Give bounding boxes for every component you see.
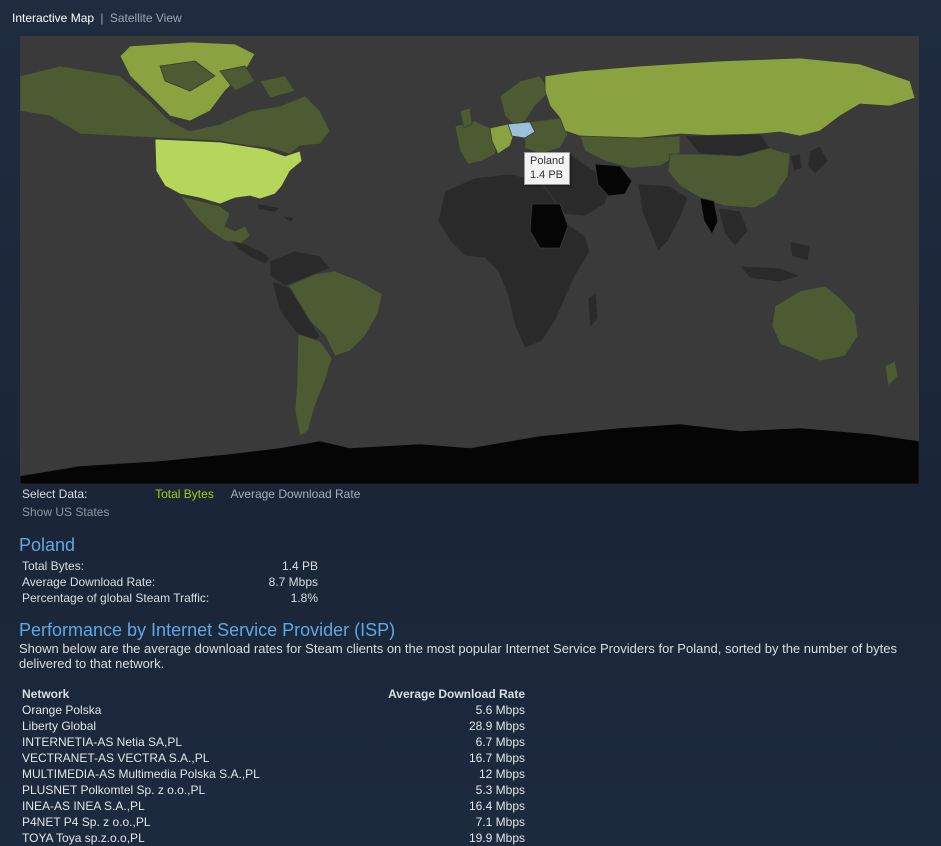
isp-description: Shown below are the average download rat… (19, 641, 897, 671)
table-row: Orange Polska 5.6 Mbps (22, 702, 525, 718)
select-data-label: Select Data: (22, 487, 88, 501)
table-row: VECTRANET-AS VECTRA S.A.,PL 16.7 Mbps (22, 750, 525, 766)
column-header-rate: Average Download Rate (388, 687, 525, 701)
world-map-svg[interactable] (20, 36, 919, 484)
isp-network: TOYA Toya sp.z.o.o,PL (22, 831, 145, 845)
table-row: INEA-AS INEA S.A.,PL 16.4 Mbps (22, 798, 525, 814)
country-sudan[interactable] (529, 203, 569, 249)
table-row: P4NET P4 Sp. z o.o.,PL 7.1 Mbps (22, 814, 525, 830)
stat-value: 8.7 Mbps (268, 575, 318, 589)
table-row: TOYA Toya sp.z.o.o,PL 19.9 Mbps (22, 830, 525, 846)
isp-table: Network Average Download Rate Orange Pol… (22, 686, 525, 846)
isp-network: Orange Polska (22, 703, 102, 717)
stat-row: Percentage of global Steam Traffic: 1.8% (22, 590, 318, 606)
stat-label: Average Download Rate: (22, 575, 156, 589)
stat-value: 1.4 PB (281, 559, 318, 573)
isp-rate: 28.9 Mbps (468, 719, 525, 733)
table-row: Liberty Global 28.9 Mbps (22, 718, 525, 734)
country-title: Poland (19, 535, 76, 555)
option-average-download-rate[interactable]: Average Download Rate (231, 487, 361, 501)
isp-rate: 19.9 Mbps (468, 831, 525, 845)
tab-satellite-view[interactable]: Satellite View (110, 11, 182, 25)
isp-network: INTERNETIA-AS Netia SA,PL (22, 735, 183, 749)
table-row: INTERNETIA-AS Netia SA,PL 6.7 Mbps (22, 734, 525, 750)
isp-rate: 5.3 Mbps (475, 783, 525, 797)
tooltip-value: 1.4 PB (530, 169, 564, 181)
stat-label: Total Bytes: (22, 559, 85, 573)
tab-interactive-map[interactable]: Interactive Map (12, 11, 94, 25)
isp-rate: 16.4 Mbps (468, 799, 525, 813)
tab-separator: | (100, 11, 104, 25)
column-header-network: Network (22, 687, 70, 701)
isp-network: INEA-AS INEA S.A.,PL (22, 799, 145, 813)
isp-network: P4NET P4 Sp. z o.o.,PL (22, 815, 151, 829)
isp-rate: 6.7 Mbps (475, 735, 525, 749)
isp-network: Liberty Global (22, 719, 97, 733)
show-us-states-link[interactable]: Show US States (22, 505, 109, 519)
stat-row: Average Download Rate: 8.7 Mbps (22, 574, 318, 590)
isp-network: VECTRANET-AS VECTRA S.A.,PL (22, 751, 210, 765)
option-total-bytes[interactable]: Total Bytes (155, 487, 214, 501)
select-data-row: Select Data: Total Bytes Average Downloa… (22, 487, 360, 501)
isp-rate: 5.6 Mbps (475, 703, 525, 717)
map-tooltip: Poland 1.4 PB (524, 152, 571, 185)
isp-section-title: Performance by Internet Service Provider… (19, 620, 396, 640)
isp-table-header: Network Average Download Rate (22, 686, 525, 702)
isp-network: PLUSNET Polkomtel Sp. z o.o.,PL (22, 783, 206, 797)
stat-label: Percentage of global Steam Traffic: (22, 591, 210, 605)
tooltip-country: Poland (530, 155, 565, 167)
table-row: MULTIMEDIA-AS Multimedia Polska S.A.,PL … (22, 766, 525, 782)
table-row: PLUSNET Polkomtel Sp. z o.o.,PL 5.3 Mbps (22, 782, 525, 798)
world-map[interactable] (20, 36, 919, 484)
stat-row: Total Bytes: 1.4 PB (22, 558, 318, 574)
view-tabs: Interactive Map | Satellite View (12, 11, 182, 25)
isp-network: MULTIMEDIA-AS Multimedia Polska S.A.,PL (22, 767, 260, 781)
country-stats: Total Bytes: 1.4 PB Average Download Rat… (22, 558, 318, 606)
isp-rate: 7.1 Mbps (475, 815, 525, 829)
isp-rate: 16.7 Mbps (468, 751, 525, 765)
stat-value: 1.8% (290, 591, 318, 605)
isp-rate: 12 Mbps (478, 767, 525, 781)
